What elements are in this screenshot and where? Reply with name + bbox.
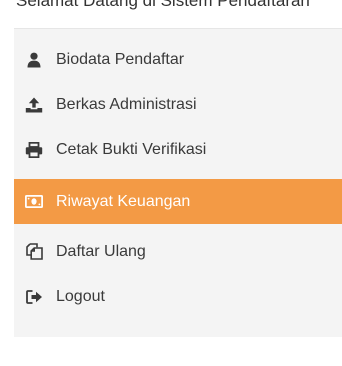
copy-icon [24, 242, 44, 262]
sign-out-icon [24, 287, 44, 307]
user-icon [24, 50, 44, 70]
print-icon [24, 140, 44, 160]
sidebar-item-label: Daftar Ulang [56, 242, 146, 260]
upload-icon [24, 95, 44, 115]
header-partial-text: Selamat Datang di Sistem Pendaftaran [16, 0, 310, 10]
sidebar-menu: Biodata Pendaftar Berkas Administrasi Ce… [14, 28, 342, 337]
sidebar-item-label: Cetak Bukti Verifikasi [56, 140, 207, 158]
sidebar-item-cetak-bukti-verifikasi[interactable]: Cetak Bukti Verifikasi [14, 127, 342, 172]
sidebar-item-label: Berkas Administrasi [56, 95, 197, 113]
sidebar-panel-container: Selamat Datang di Sistem Pendaftaran Bio… [0, 0, 342, 366]
sidebar-item-label: Riwayat Keuangan [56, 192, 191, 210]
money-icon [24, 192, 44, 212]
sidebar-item-label: Biodata Pendaftar [56, 50, 185, 68]
sidebar-item-biodata-pendaftar[interactable]: Biodata Pendaftar [14, 37, 342, 82]
sidebar-item-label: Logout [56, 287, 105, 305]
sidebar-item-logout[interactable]: Logout [14, 274, 342, 319]
sidebar-item-berkas-administrasi[interactable]: Berkas Administrasi [14, 82, 342, 127]
sidebar-item-riwayat-keuangan[interactable]: Riwayat Keuangan [14, 179, 342, 224]
sidebar-item-daftar-ulang[interactable]: Daftar Ulang [14, 229, 342, 274]
